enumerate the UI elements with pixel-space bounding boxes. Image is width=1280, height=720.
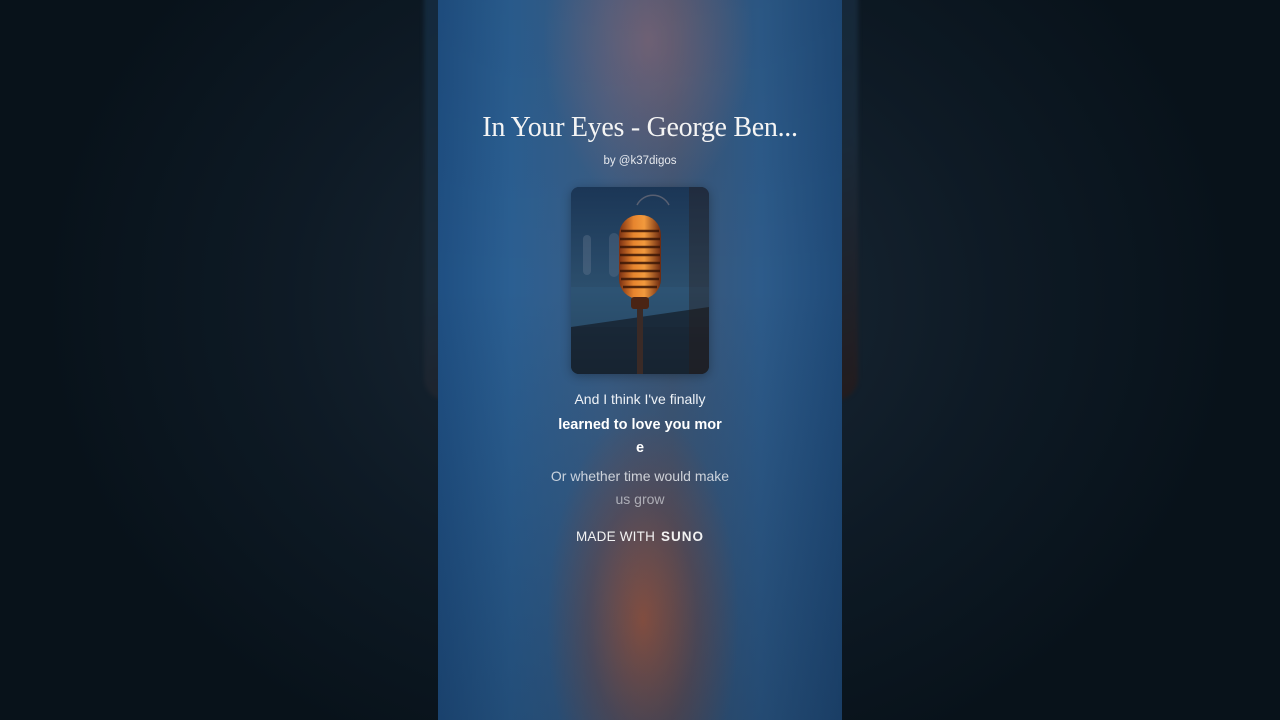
video-frame: A y lea mor Or w make In Your E [0,0,1280,720]
made-with-suno-badge: MADE WITH SUNO [438,529,842,544]
lyric-previous-line: And I think I've finally [574,391,706,407]
song-author: by @k37digos [603,155,677,167]
lyric-current-line: learned to love you mor [558,417,722,433]
song-title: In Your Eyes - George Ben... [482,112,798,143]
lyric-current-line-continued: e [635,440,645,456]
album-artwork [571,187,709,374]
lyric-next-line: Or whether time would make [550,468,730,484]
lyric-next-line-continued: us grow [615,491,665,507]
microphone-icon [571,187,709,374]
song-card: In Your Eyes - George Ben... by @k37digo… [438,0,842,720]
made-with-label: MADE WITH [575,529,656,544]
suno-logo: SUNO [660,529,704,544]
